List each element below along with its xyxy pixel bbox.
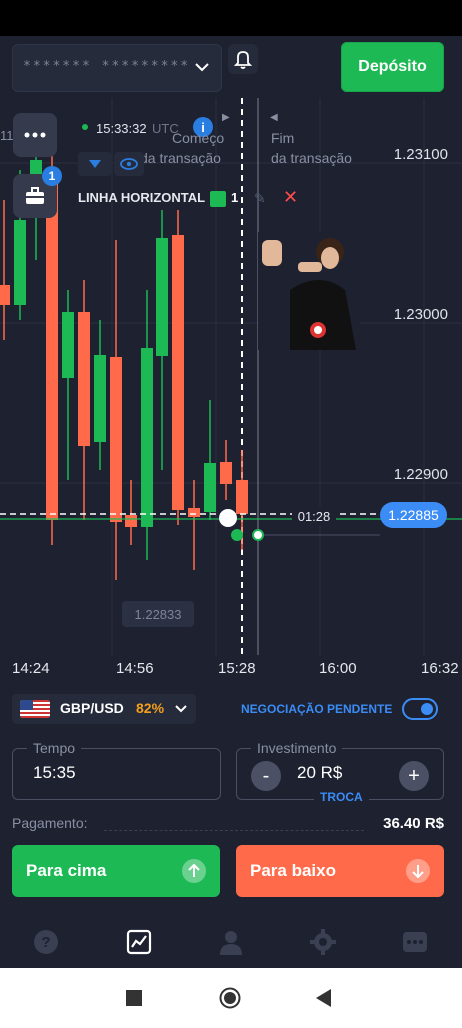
candle-body xyxy=(46,180,58,520)
clock: 15:33:32 xyxy=(96,121,147,136)
expiry-dot-icon xyxy=(252,529,264,541)
increase-button[interactable]: + xyxy=(399,761,429,791)
bell-icon xyxy=(233,51,253,69)
candle-body xyxy=(236,480,248,514)
presenter-image xyxy=(258,232,360,350)
status-bar xyxy=(0,0,462,36)
line-style-button[interactable] xyxy=(78,152,112,176)
sell-down-label: Para baixo xyxy=(250,861,336,880)
price-label: 1.23100 xyxy=(393,146,448,163)
investment-value: 20 R$ xyxy=(297,763,343,782)
time-tick: 14:56 xyxy=(116,660,154,677)
back-icon[interactable] xyxy=(316,989,332,1007)
account-masked: ******* ********* xyxy=(23,59,191,74)
live-dot-icon xyxy=(82,124,88,130)
bottom-tab-bar: ? xyxy=(0,915,462,967)
arrow-left-icon: ◀ xyxy=(270,112,278,123)
deposit-button[interactable]: Depósito xyxy=(341,42,444,92)
svg-text:?: ? xyxy=(41,934,50,951)
decrease-button[interactable]: - xyxy=(251,761,281,791)
candle-body xyxy=(220,462,232,484)
chart-icon[interactable] xyxy=(126,929,152,955)
candle-body xyxy=(188,508,200,517)
account-selector[interactable]: ******* ********* xyxy=(12,44,222,92)
more-icon[interactable] xyxy=(402,929,428,955)
chevron-down-icon xyxy=(175,705,187,713)
start-label-line1: Começo xyxy=(172,130,225,146)
profile-icon[interactable] xyxy=(218,929,244,955)
home-icon[interactable] xyxy=(219,987,241,1009)
buy-up-button[interactable]: Para cima xyxy=(12,845,220,897)
time-tick: 16:32 xyxy=(421,660,459,677)
asset-name: GBP/USD xyxy=(60,700,124,716)
time-tick: 16:00 xyxy=(319,660,357,677)
troca-button[interactable]: TROCA xyxy=(314,790,369,804)
time-field[interactable]: Tempo 15:35 xyxy=(12,740,221,800)
candle-body xyxy=(62,312,74,378)
close-icon[interactable]: ✕ xyxy=(283,187,298,208)
sell-down-button[interactable]: Para baixo xyxy=(236,845,444,897)
candle-body xyxy=(78,312,90,446)
system-nav-bar xyxy=(0,968,462,1028)
candle-body xyxy=(141,348,153,527)
time-value: 15:35 xyxy=(33,763,76,782)
buy-up-label: Para cima xyxy=(26,861,107,880)
triangle-down-icon xyxy=(89,160,101,168)
end-label-line1: Fim xyxy=(271,130,295,146)
arrow-down-icon xyxy=(406,859,430,883)
more-options-button[interactable] xyxy=(13,113,57,157)
notifications-button[interactable] xyxy=(228,44,258,74)
price-chart[interactable]: 1.23100 1.23000 1.22900 xyxy=(0,98,462,688)
payout-label: Pagamento: xyxy=(12,815,88,831)
left-partial-label: 11 xyxy=(0,128,14,143)
payout-value: 36.40 R$ xyxy=(383,815,444,832)
horizontal-line-count: 1 xyxy=(231,190,239,205)
price-label: 1.22900 xyxy=(393,466,448,483)
candle-body xyxy=(0,285,10,305)
arrow-up-icon xyxy=(182,859,206,883)
candle-body xyxy=(156,238,168,356)
payout-divider xyxy=(104,830,364,831)
time-tick: 14:24 xyxy=(12,660,50,677)
candle-body xyxy=(94,355,106,442)
current-price-dot xyxy=(219,509,237,527)
current-price-badge: 1.22885 xyxy=(380,502,447,528)
time-field-label: Tempo xyxy=(27,740,82,756)
horizontal-line-label: LINHA HORIZONTAL xyxy=(78,190,206,205)
min-price-label: 1.22833 xyxy=(122,601,194,627)
briefcase-icon xyxy=(26,187,44,204)
edit-icon[interactable]: ✎ xyxy=(254,190,266,207)
recents-icon[interactable] xyxy=(126,990,142,1006)
pending-trade-toggle[interactable] xyxy=(402,698,438,720)
pending-trade-label: NEGOCIAÇÃO PENDENTE xyxy=(241,702,393,716)
trade-marker-icon xyxy=(231,529,243,541)
end-label-line2: da transação xyxy=(271,150,352,166)
expiry-timer: 01:28 xyxy=(292,506,336,526)
price-label: 1.23000 xyxy=(393,306,448,323)
help-icon[interactable]: ? xyxy=(33,929,59,955)
dots-icon xyxy=(24,132,46,138)
chevron-down-icon xyxy=(195,63,209,72)
us-flag-icon xyxy=(20,700,50,718)
investment-field-label: Investimento xyxy=(251,740,343,756)
time-tick: 15:28 xyxy=(218,660,256,677)
candle-body xyxy=(110,357,122,522)
tools-badge: 1 xyxy=(42,166,62,186)
start-label-line2: da transação xyxy=(140,150,221,166)
visibility-button[interactable] xyxy=(114,152,144,176)
candle-body xyxy=(204,463,216,512)
asset-selector[interactable]: GBP/USD 82% xyxy=(12,694,196,724)
candle-body xyxy=(125,515,137,527)
eye-icon xyxy=(120,158,138,170)
arrow-right-icon: ▶ xyxy=(222,112,230,123)
candle-body xyxy=(14,220,26,305)
line-color-swatch[interactable] xyxy=(210,191,226,207)
chart-canvas xyxy=(0,98,462,655)
candle-body xyxy=(172,235,184,510)
settings-icon[interactable] xyxy=(310,929,336,955)
payout-percent: 82% xyxy=(136,700,165,716)
